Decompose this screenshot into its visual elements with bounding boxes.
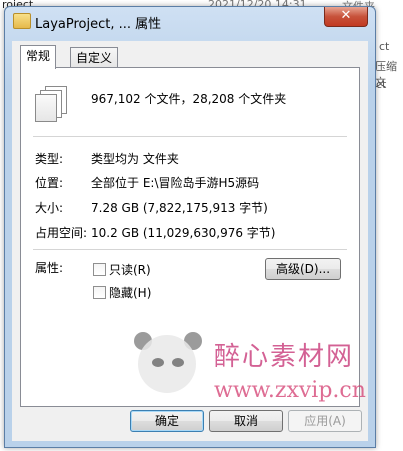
window-title: LayaProject, ... 属性	[35, 17, 162, 32]
watermark-text: 醉心素材网	[214, 342, 355, 372]
readonly-checkbox[interactable]	[93, 263, 106, 276]
panda-watermark-icon	[128, 330, 208, 410]
title-bar[interactable]: LayaProject, ... 属性 ✕	[5, 7, 375, 35]
folder-icon	[13, 13, 31, 29]
tab-general[interactable]: 常规	[20, 45, 57, 69]
location-value: 全部位于 E:\冒险岛手游H5源码	[91, 176, 260, 190]
tab-custom[interactable]: 自定义	[70, 47, 119, 68]
divider	[33, 249, 347, 250]
item-counts: 967,102 个文件，28,208 个文件夹	[91, 92, 287, 106]
advanced-button[interactable]: 高级(D)...	[265, 258, 341, 280]
hidden-checkbox[interactable]	[93, 286, 106, 299]
location-label: 位置:	[35, 176, 64, 190]
multiple-files-icon	[35, 86, 67, 122]
attributes-label: 属性:	[35, 261, 64, 275]
disk-size-value: 10.2 GB (11,029,630,976 字节)	[91, 226, 276, 240]
divider	[33, 136, 347, 137]
background-text-fragment: ct	[376, 78, 387, 91]
size-value: 7.28 GB (7,822,175,913 字节)	[91, 201, 268, 215]
disk-size-label: 占用空间:	[35, 226, 88, 240]
readonly-label[interactable]: 只读(R)	[109, 261, 151, 278]
ok-button[interactable]: 确定	[130, 410, 204, 432]
size-label: 大小:	[35, 201, 64, 215]
type-value: 类型均为 文件夹	[91, 152, 179, 166]
hidden-label[interactable]: 隐藏(H)	[109, 284, 151, 301]
watermark-url: www.zxvip.cn	[214, 378, 366, 403]
close-button[interactable]: ✕	[324, 7, 368, 27]
apply-button[interactable]: 应用(A)	[288, 410, 362, 432]
background-text-fragment: ct	[379, 40, 390, 53]
type-label: 类型:	[35, 152, 64, 166]
cancel-button[interactable]: 取消	[209, 410, 283, 432]
